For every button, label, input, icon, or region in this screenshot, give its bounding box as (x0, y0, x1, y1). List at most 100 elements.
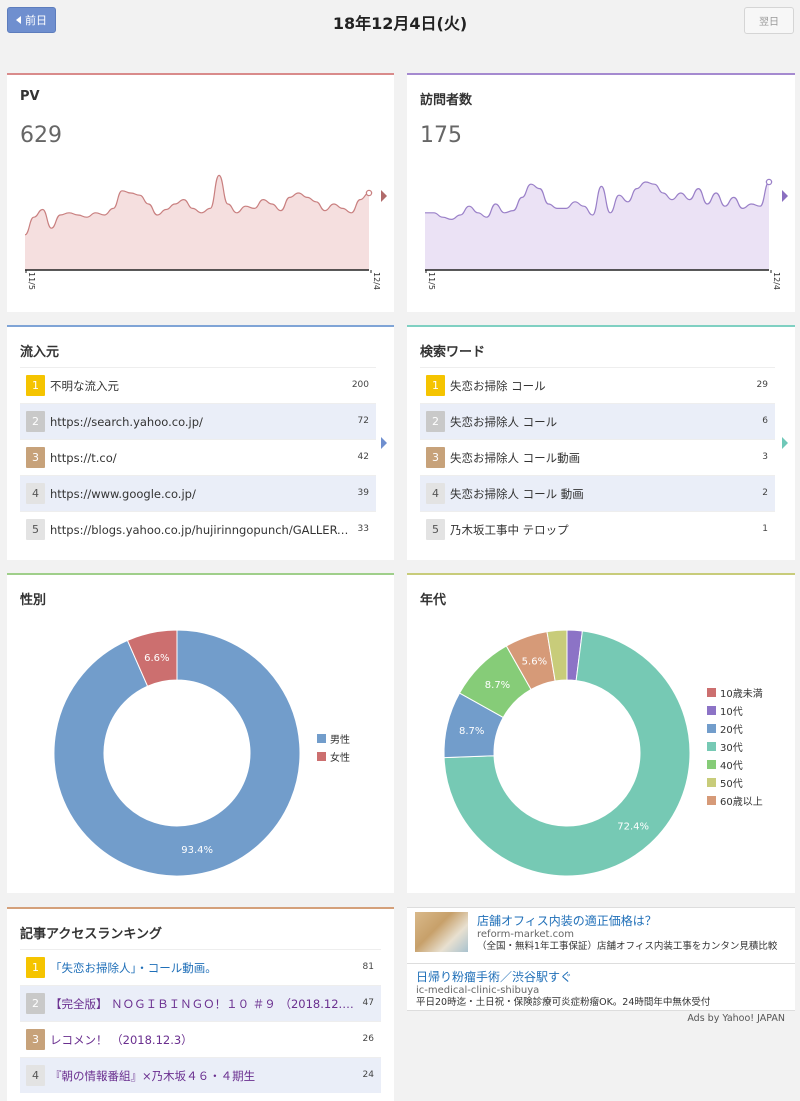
sources-title: 流入元 (20, 345, 60, 360)
pv-tick-label-start: 11/5 (27, 272, 36, 290)
rank-badge: 5 (426, 519, 445, 540)
age-slice-label-3: 8.7% (459, 726, 484, 737)
article-label[interactable]: 『朝の情報番組』×乃木坂４６・４期生 (50, 1068, 381, 1084)
visitors-tick-label-end: 12/4 (772, 272, 781, 290)
keyword-count: 3 (762, 452, 768, 462)
legend-label: 男性 (330, 734, 350, 746)
age-legend-item[interactable]: 30代 (707, 737, 763, 755)
source-row[interactable]: 3 https://t.co/42 (20, 439, 376, 475)
source-label: 不明な流入元 (50, 378, 119, 393)
legend-swatch (317, 751, 326, 761)
source-count: 33 (357, 524, 369, 534)
keyword-label: 失恋お掃除人 コール 動画 (450, 486, 584, 501)
rank-badge: 2 (26, 993, 45, 1014)
source-count: 200 (351, 380, 369, 390)
age-slice-label-5: 5.6% (522, 657, 547, 668)
legend-label: 60歳以上 (720, 796, 763, 808)
gender-legend-item[interactable]: 男性 (317, 729, 350, 747)
article-row[interactable]: 2 【完全版】 ＮＯＧＩＢＩＮＧＯ！１０ ＃９ （2018.12.3） 47 (20, 985, 381, 1021)
visitors-more-arrow-icon[interactable] (782, 190, 788, 202)
keyword-label: 失恋お掃除人 コール動画 (450, 450, 581, 465)
keyword-label: 乃木坂工事中 テロップ (450, 522, 569, 537)
ad-title[interactable]: 日帰り粉瘤手術／渋谷駅すぐ (416, 968, 785, 985)
keyword-row[interactable]: 5 乃木坂工事中 テロップ 1 (420, 511, 775, 547)
age-legend-item[interactable]: 40代 (707, 755, 763, 773)
rank-badge: 1 (26, 375, 45, 396)
sources-more-arrow-icon[interactable] (381, 437, 387, 449)
article-row[interactable]: 1 「失恋お掃除人」・コール動画。 81 (20, 949, 381, 985)
keyword-row[interactable]: 3 失恋お掃除人 コール動画 3 (420, 439, 775, 475)
keyword-count: 1 (762, 524, 768, 534)
legend-label: 10代 (720, 706, 743, 718)
ads-block: 店舗オフィス内装の適正価格は？ reform-market.com （全国・無料… (407, 907, 795, 1024)
keyword-row[interactable]: 4 失恋お掃除人 コール 動画 2 (420, 475, 775, 511)
legend-swatch (707, 705, 716, 715)
age-legend-item[interactable]: 10歳未満 (707, 683, 763, 701)
sources-card: 流入元 1 不明な流入元 200 2 https://search.yahoo.co.j… (7, 325, 394, 560)
article-label[interactable]: 「失恋お掃除人」・コール動画。 (50, 960, 381, 976)
rank-badge: 1 (26, 957, 45, 978)
rank-badge: 3 (26, 1029, 45, 1050)
legend-label: 50代 (720, 778, 743, 790)
article-row[interactable]: 4 『朝の情報番組』×乃木坂４６・４期生 24 (20, 1057, 381, 1093)
pv-card: PV 629 11/5 12/4 (7, 73, 394, 312)
rank-badge: 2 (26, 411, 45, 432)
ad-domain: reform-market.com (477, 929, 574, 940)
source-row[interactable]: 1 不明な流入元 200 (20, 367, 376, 403)
source-label: https://t.co/ (50, 450, 117, 465)
keyword-label: 失恋お掃除人 コール (450, 414, 558, 429)
legend-label: 10歳未満 (720, 688, 763, 700)
ad-item-1[interactable]: 店舗オフィス内装の適正価格は？ reform-market.com （全国・無料… (407, 907, 795, 963)
keywords-list: 1 失恋お掃除 コール 29 2 失恋お掃除人 コール 6 3 失恋お掃除人 コール動画 3 4 失… (420, 367, 775, 547)
age-legend-item[interactable]: 20代 (707, 719, 763, 737)
article-label[interactable]: レコメン！ （2018.12.3） (50, 1032, 381, 1048)
keywords-more-arrow-icon[interactable] (782, 437, 788, 449)
gender-legend-item[interactable]: 女性 (317, 747, 350, 765)
ad-title[interactable]: 店舗オフィス内装の適正価格は？ (477, 912, 785, 929)
visitors-card: 訪問者数 175 11/5 12/4 (407, 73, 795, 312)
legend-label: 女性 (330, 752, 350, 764)
age-slice-label-4: 8.7% (485, 680, 510, 691)
gender-card: 性別 93.4% 6.6% 男性 女性 (7, 573, 394, 893)
article-count: 81 (362, 962, 374, 972)
top-bar: 前日 18年12月4日(火) 翌日 (0, 0, 800, 44)
article-row[interactable]: 3 レコメン！ （2018.12.3） 26 (20, 1021, 381, 1057)
keyword-row[interactable]: 1 失恋お掃除 コール 29 (420, 367, 775, 403)
source-row[interactable]: 5 https://blogs.yahoo.co.jp/hujirinngopun… (20, 511, 376, 547)
ad-description: （全国・無料1年工事保証）店舗オフィス内装工事をカンタン見積比較 (477, 941, 778, 952)
ad-thumbnail-image[interactable] (415, 912, 468, 952)
source-label: https://www.google.co.jp/ (50, 486, 196, 501)
rank-badge: 3 (26, 447, 45, 468)
legend-label: 40代 (720, 760, 743, 772)
age-legend-item[interactable]: 10代 (707, 701, 763, 719)
rank-badge: 4 (426, 483, 445, 504)
legend-swatch (707, 741, 716, 751)
article-count: 24 (362, 1070, 374, 1080)
rank-badge: 1 (426, 375, 445, 396)
next-day-button[interactable]: 翌日 (744, 7, 794, 34)
visitors-area (425, 182, 769, 270)
rank-badge: 4 (26, 483, 45, 504)
ads-credit[interactable]: Ads by Yahoo! JAPAN (407, 1011, 795, 1024)
sources-list: 1 不明な流入元 200 2 https://search.yahoo.co.jp/72… (20, 367, 376, 547)
source-count: 72 (357, 416, 369, 426)
article-label[interactable]: 【完全版】 ＮＯＧＩＢＩＮＧＯ！１０ ＃９ （2018.12.3） (50, 996, 381, 1012)
source-count: 39 (357, 488, 369, 498)
legend-label: 20代 (720, 724, 743, 736)
source-row[interactable]: 2 https://search.yahoo.co.jp/72 (20, 403, 376, 439)
age-legend-item[interactable]: 50代 (707, 773, 763, 791)
pv-tick-label-end: 12/4 (372, 272, 381, 290)
article-count: 26 (362, 1034, 374, 1044)
rank-badge: 3 (426, 447, 445, 468)
source-row[interactable]: 4 https://www.google.co.jp/39 (20, 475, 376, 511)
visitors-sparkline: 11/5 12/4 (425, 178, 781, 290)
ad-item-2[interactable]: 日帰り粉瘤手術／渋谷駅すぐ ic-medical-clinic-shibuya … (407, 963, 795, 1011)
keyword-row[interactable]: 2 失恋お掃除人 コール 6 (420, 403, 775, 439)
age-legend-item[interactable]: 60歳以上 (707, 791, 763, 809)
pv-more-arrow-icon[interactable] (381, 190, 387, 202)
rank-badge: 2 (426, 411, 445, 432)
keyword-count: 29 (756, 380, 768, 390)
articles-list: 1 「失恋お掃除人」・コール動画。 81 2 【完全版】 ＮＯＧＩＢＩＮＧＯ！１０ ＃９… (20, 949, 381, 1093)
legend-swatch (707, 723, 716, 733)
age-legend: 10歳未満 10代 20代 30代 40代 50代 60歳以上 (707, 683, 763, 809)
